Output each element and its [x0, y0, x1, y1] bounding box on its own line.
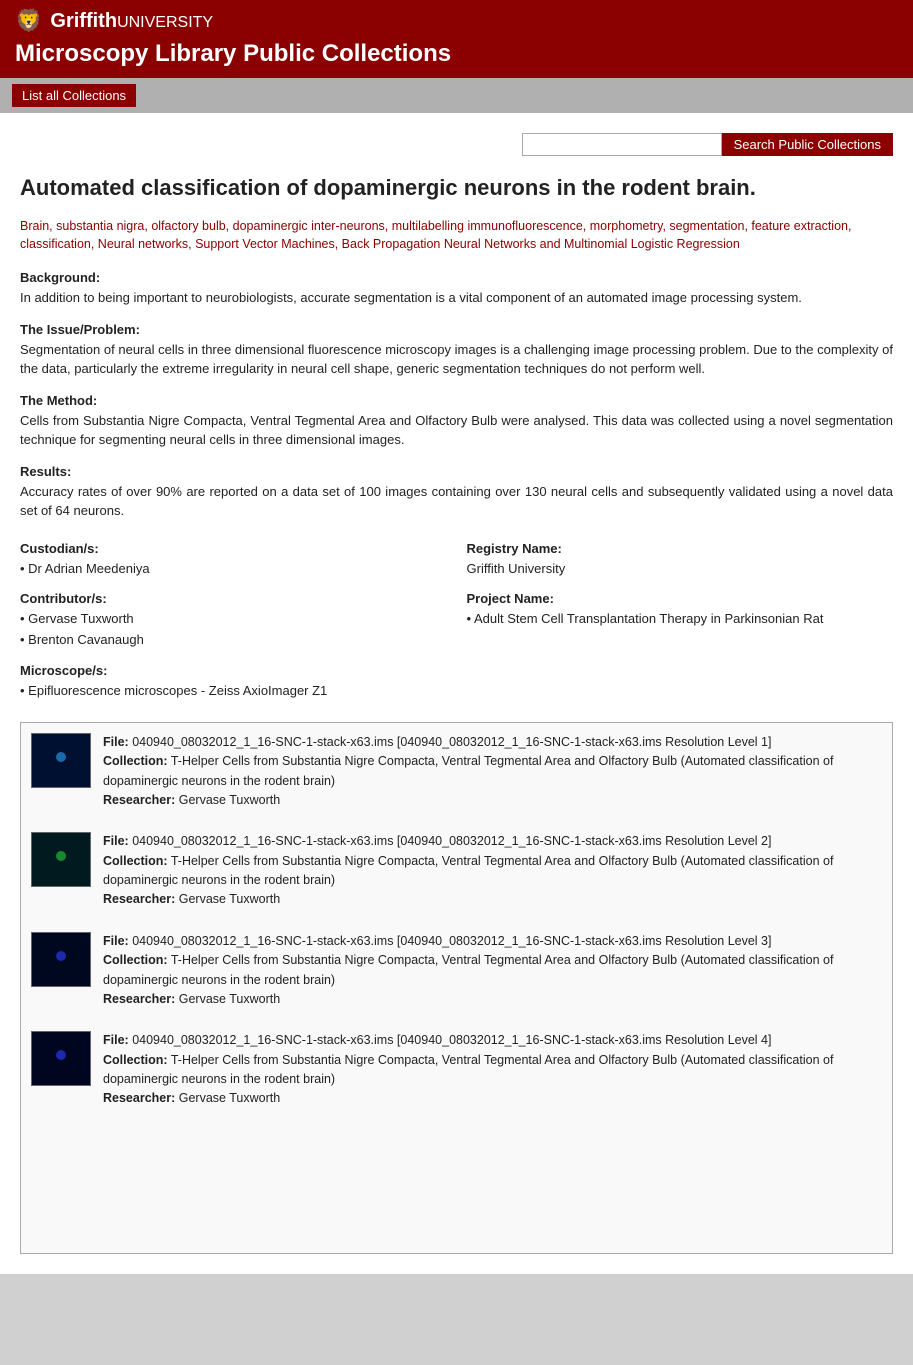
- meta-microscopes: Microscope/s: • Epifluorescence microsco…: [20, 663, 893, 702]
- search-input[interactable]: [522, 133, 722, 156]
- file-item-0: File: 040940_08032012_1_16-SNC-1-stack-x…: [31, 733, 882, 811]
- contributor-value-0: • Gervase Tuxworth: [20, 609, 447, 630]
- thumb-dot-1: [56, 851, 66, 861]
- meta-grid: Custodian/s: • Dr Adrian Meedeniya Regis…: [20, 541, 893, 702]
- logo-area: 🦁 GriffithUNIVERSITY: [15, 8, 898, 34]
- file-thumb-1: [31, 832, 91, 887]
- collection-label-2: Collection:: [103, 953, 168, 967]
- microscope-label: Microscope/s:: [20, 663, 893, 678]
- file-info-0: File: 040940_08032012_1_16-SNC-1-stack-x…: [103, 733, 882, 811]
- collection-label-3: Collection:: [103, 1053, 168, 1067]
- researcher-label-1: Researcher:: [103, 892, 175, 906]
- project-value-0: • Adult Stem Cell Transplantation Therap…: [467, 609, 894, 630]
- logo-brand: Griffith: [50, 10, 117, 32]
- thumb-dot-2: [56, 951, 66, 961]
- file-label-1: File:: [103, 834, 129, 848]
- meta-contributors: Contributor/s: • Gervase Tuxworth • Bren…: [20, 591, 447, 651]
- files-scroll[interactable]: File: 040940_08032012_1_16-SNC-1-stack-x…: [21, 723, 892, 1253]
- collection-label-1: Collection:: [103, 854, 168, 868]
- contributor-label: Contributor/s:: [20, 591, 447, 606]
- main-content: Search Public Collections Automated clas…: [0, 113, 913, 1274]
- files-container: File: 040940_08032012_1_16-SNC-1-stack-x…: [20, 722, 893, 1254]
- search-public-collections-button[interactable]: Search Public Collections: [722, 133, 893, 156]
- contributor-values: • Gervase Tuxworth • Brenton Cavanaugh: [20, 609, 447, 651]
- custodian-value-0: • Dr Adrian Meedeniya: [20, 559, 447, 580]
- section-method: The Method: Cells from Substantia Nigre …: [20, 393, 893, 450]
- file-thumb-3: [31, 1031, 91, 1086]
- researcher-name-2: Gervase Tuxworth: [179, 992, 280, 1006]
- list-all-collections-button[interactable]: List all Collections: [12, 84, 136, 107]
- meta-project: Project Name: • Adult Stem Cell Transpla…: [467, 591, 894, 651]
- sections: Background: In addition to being importa…: [20, 270, 893, 521]
- section-issue-label: The Issue/Problem:: [20, 322, 893, 337]
- file-info-1: File: 040940_08032012_1_16-SNC-1-stack-x…: [103, 832, 882, 910]
- collection-name-3: T-Helper Cells from Substantia Nigre Com…: [103, 1053, 833, 1086]
- researcher-label-2: Researcher:: [103, 992, 175, 1006]
- microscope-value-0: • Epifluorescence microscopes - Zeiss Ax…: [20, 681, 893, 702]
- thumb-dot-3: [56, 1050, 66, 1060]
- section-issue: The Issue/Problem: Segmentation of neura…: [20, 322, 893, 379]
- file-name-0: 040940_08032012_1_16-SNC-1-stack-x63.ims…: [132, 735, 771, 749]
- researcher-label-0: Researcher:: [103, 793, 175, 807]
- meta-registry: Registry Name: Griffith University: [467, 541, 894, 580]
- file-name-3: 040940_08032012_1_16-SNC-1-stack-x63.ims…: [132, 1033, 771, 1047]
- researcher-name-0: Gervase Tuxworth: [179, 793, 280, 807]
- project-values: • Adult Stem Cell Transplantation Therap…: [467, 609, 894, 630]
- custodian-label: Custodian/s:: [20, 541, 447, 556]
- collection-name-0: T-Helper Cells from Substantia Nigre Com…: [103, 754, 833, 787]
- keywords: Brain, substantia nigra, olfactory bulb,…: [20, 217, 893, 255]
- collection-label-0: Collection:: [103, 754, 168, 768]
- file-item-1: File: 040940_08032012_1_16-SNC-1-stack-x…: [31, 832, 882, 910]
- griffith-logo-icon: 🦁: [15, 8, 42, 34]
- file-item-3: File: 040940_08032012_1_16-SNC-1-stack-x…: [31, 1031, 882, 1109]
- project-label: Project Name:: [467, 591, 894, 606]
- file-info-2: File: 040940_08032012_1_16-SNC-1-stack-x…: [103, 932, 882, 1010]
- researcher-name-3: Gervase Tuxworth: [179, 1091, 280, 1105]
- file-thumb-0: [31, 733, 91, 788]
- file-info-3: File: 040940_08032012_1_16-SNC-1-stack-x…: [103, 1031, 882, 1109]
- logo-uni: UNIVERSITY: [117, 14, 213, 31]
- contributor-value-1: • Brenton Cavanaugh: [20, 630, 447, 651]
- collection-name-2: T-Helper Cells from Substantia Nigre Com…: [103, 953, 833, 986]
- section-results-text: Accuracy rates of over 90% are reported …: [20, 482, 893, 521]
- file-label-0: File:: [103, 735, 129, 749]
- logo-text: GriffithUNIVERSITY: [50, 10, 213, 33]
- file-label-3: File:: [103, 1033, 129, 1047]
- search-area: Search Public Collections: [20, 133, 893, 156]
- file-name-2: 040940_08032012_1_16-SNC-1-stack-x63.ims…: [132, 934, 771, 948]
- section-results-label: Results:: [20, 464, 893, 479]
- file-thumb-2: [31, 932, 91, 987]
- custodian-values: • Dr Adrian Meedeniya: [20, 559, 447, 580]
- header: 🦁 GriffithUNIVERSITY Microscopy Library …: [0, 0, 913, 78]
- section-background-label: Background:: [20, 270, 893, 285]
- researcher-name-1: Gervase Tuxworth: [179, 892, 280, 906]
- site-title: Microscopy Library Public Collections: [15, 40, 898, 68]
- section-background-text: In addition to being important to neurob…: [20, 288, 893, 308]
- section-issue-text: Segmentation of neural cells in three di…: [20, 340, 893, 379]
- file-label-2: File:: [103, 934, 129, 948]
- section-method-label: The Method:: [20, 393, 893, 408]
- meta-custodian: Custodian/s: • Dr Adrian Meedeniya: [20, 541, 447, 580]
- section-method-text: Cells from Substantia Nigre Compacta, Ve…: [20, 411, 893, 450]
- section-results: Results: Accuracy rates of over 90% are …: [20, 464, 893, 521]
- toolbar: List all Collections: [0, 78, 913, 113]
- registry-value: Griffith University: [467, 559, 894, 580]
- collection-name-1: T-Helper Cells from Substantia Nigre Com…: [103, 854, 833, 887]
- registry-label: Registry Name:: [467, 541, 894, 556]
- page-title: Automated classification of dopaminergic…: [20, 174, 893, 203]
- thumb-dot-0: [56, 752, 66, 762]
- file-name-1: 040940_08032012_1_16-SNC-1-stack-x63.ims…: [132, 834, 771, 848]
- section-background: Background: In addition to being importa…: [20, 270, 893, 308]
- researcher-label-3: Researcher:: [103, 1091, 175, 1105]
- file-item-2: File: 040940_08032012_1_16-SNC-1-stack-x…: [31, 932, 882, 1010]
- microscope-values: • Epifluorescence microscopes - Zeiss Ax…: [20, 681, 893, 702]
